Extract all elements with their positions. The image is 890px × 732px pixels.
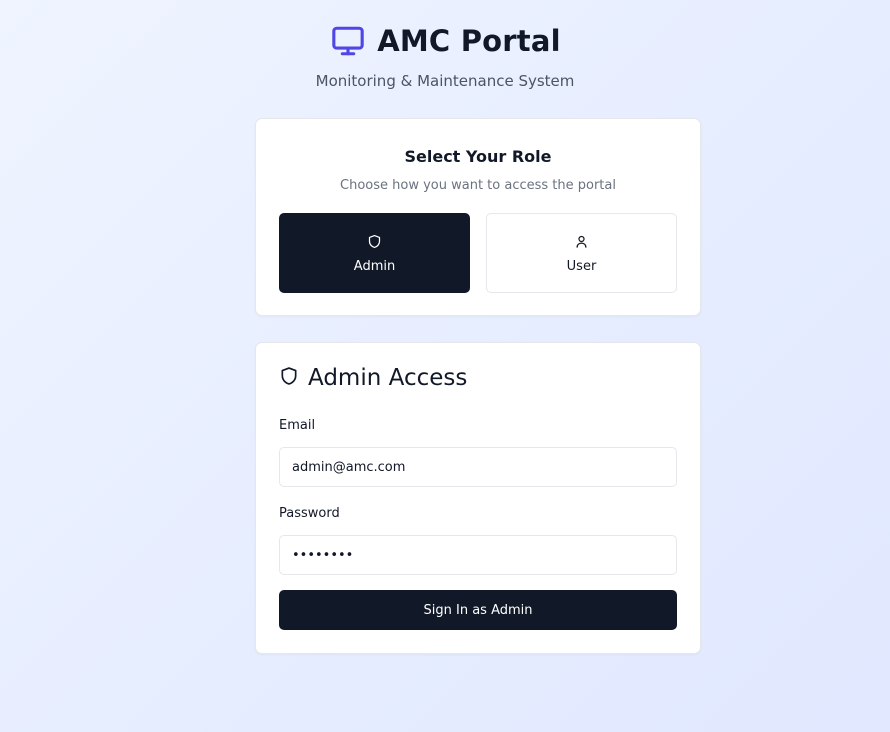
email-label: Email bbox=[279, 418, 316, 433]
email-field[interactable] bbox=[279, 447, 677, 487]
app-title: AMC Portal bbox=[377, 24, 561, 58]
password-label: Password bbox=[279, 506, 340, 521]
app-subtitle: Monitoring & Maintenance System bbox=[315, 72, 575, 90]
shield-icon bbox=[279, 366, 299, 390]
role-selector-description: Choose how you want to access the portal bbox=[340, 178, 616, 193]
shield-icon bbox=[367, 233, 382, 251]
monitor-icon bbox=[329, 24, 367, 58]
role-admin-button[interactable]: Admin bbox=[279, 213, 470, 293]
role-admin-label: Admin bbox=[353, 258, 396, 274]
sign-in-button[interactable]: Sign In as Admin bbox=[279, 590, 677, 630]
password-field[interactable] bbox=[279, 535, 677, 575]
user-icon bbox=[574, 233, 589, 251]
role-user-button[interactable]: User bbox=[486, 213, 677, 293]
role-selector-card: Select Your Role Choose how you want to … bbox=[255, 118, 701, 316]
login-card: Admin Access Email Password Sign In as A… bbox=[255, 342, 701, 654]
login-title-text: Admin Access bbox=[308, 365, 468, 391]
role-user-label: User bbox=[566, 258, 597, 274]
brand: AMC Portal bbox=[329, 22, 561, 60]
login-title: Admin Access bbox=[279, 365, 467, 391]
role-selector-title: Select Your Role bbox=[404, 147, 552, 166]
page-header: AMC Portal Monitoring & Maintenance Syst… bbox=[0, 22, 890, 90]
